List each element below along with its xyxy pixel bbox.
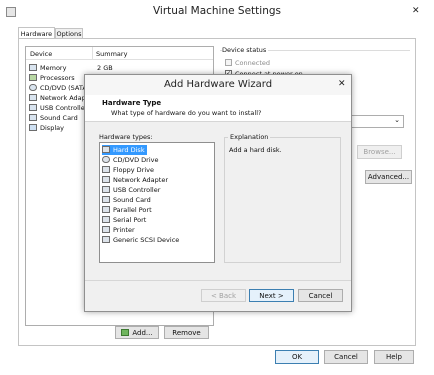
column-divider [92,47,93,60]
connected-label: Connected [235,59,271,67]
wizard-title: Add Hardware Wizard [163,79,273,90]
wizard-title-bar: Add Hardware Wizard ✕ [85,75,351,95]
device-row-processors[interactable]: Processors [29,73,75,82]
help-button[interactable]: Help [374,350,414,364]
hardware-types-label: Hardware types: [99,133,153,141]
device-row-display[interactable]: Display [29,123,64,132]
sound-card-icon [102,196,110,204]
device-name: Memory [40,63,67,72]
device-row-cd-dvd[interactable]: CD/DVD (SATA [29,83,87,92]
wizard-subheading: What type of hardware do you want to ins… [111,109,262,117]
hardware-type-generic-scsi[interactable]: Generic SCSI Device [102,235,179,245]
hardware-type-label: USB Controller [113,185,161,194]
add-icon [121,329,130,336]
device-row-network-adapter[interactable]: Network Adap [29,93,86,102]
hardware-type-label: CD/DVD Drive [113,155,159,164]
hardware-type-label: Network Adapter [113,175,168,184]
wizard-divider [85,280,351,281]
hardware-type-label: Printer [113,225,135,234]
hardware-type-usb-controller[interactable]: USB Controller [102,185,160,195]
device-name: Network Adap [40,93,86,102]
scsi-device-icon [102,236,110,244]
hardware-type-hard-disk[interactable]: Hard Disk [102,145,147,155]
device-list-header: Device Summary [26,47,213,60]
device-name: Processors [40,73,75,82]
explanation-text: Add a hard disk. [229,146,282,154]
hardware-type-printer[interactable]: Printer [102,225,135,235]
wizard-cancel-label: Cancel [308,291,333,300]
floppy-drive-icon [102,166,110,174]
browse-button[interactable]: Browse... [357,145,402,159]
wizard-header: Hardware Type What type of hardware do y… [85,95,351,122]
cancel-label: Cancel [334,353,358,361]
hardware-type-label: Serial Port [113,215,147,224]
sound-card-icon [29,114,37,121]
tab-options-label: Options [56,29,82,38]
hardware-type-parallel-port[interactable]: Parallel Port [102,205,152,215]
hardware-type-label: Hard Disk [113,145,145,154]
hard-disk-icon [102,146,110,154]
hardware-type-sound-card[interactable]: Sound Card [102,195,151,205]
close-icon[interactable]: ✕ [412,6,420,16]
usb-controller-icon [102,186,110,194]
hardware-type-cd-dvd-drive[interactable]: CD/DVD Drive [102,155,158,165]
hardware-type-floppy-drive[interactable]: Floppy Drive [102,165,154,175]
remove-label: Remove [172,328,201,337]
advanced-label: Advanced... [367,173,410,181]
back-label: < Back [210,291,237,300]
device-name: Sound Card [40,113,78,122]
hardware-types-list[interactable]: Hard Disk CD/DVD Drive Floppy Drive Netw… [99,142,215,263]
help-label: Help [386,353,402,361]
device-column-header: Device [30,50,53,58]
add-hardware-button[interactable]: Add... [115,326,159,339]
device-row-sound-card[interactable]: Sound Card [29,113,78,122]
next-button[interactable]: Next > [249,289,294,302]
vm-window-title: Virtual Machine Settings [152,5,281,17]
connected-checkbox[interactable] [225,59,232,66]
hardware-type-label: Floppy Drive [113,165,155,174]
usb-icon [29,104,37,111]
vm-title-bar: Virtual Machine Settings ✕ [0,0,434,26]
device-name: USB Controller [40,103,88,112]
advanced-button[interactable]: Advanced... [365,170,412,184]
add-label: Add... [132,328,153,337]
device-row-usb-controller[interactable]: USB Controller [29,103,87,112]
explanation-group: Explanation Add a hard disk. [224,133,341,263]
device-name: CD/DVD (SATA [40,83,87,92]
wizard-heading: Hardware Type [102,99,162,107]
hardware-type-label: Generic SCSI Device [113,235,180,244]
cd-dvd-icon [29,84,37,91]
chevron-down-icon: ⌄ [394,116,400,124]
memory-summary: 2 GB [97,64,113,72]
device-row-memory[interactable]: Memory [29,63,66,72]
memory-icon [29,64,37,71]
processor-icon [29,74,37,81]
parallel-port-icon [102,206,110,214]
wizard-cancel-button[interactable]: Cancel [298,289,343,302]
hardware-type-label: Sound Card [113,195,151,204]
network-adapter-icon [102,176,110,184]
device-status-title: Device status [222,46,269,54]
hardware-type-network-adapter[interactable]: Network Adapter [102,175,168,185]
summary-column-header: Summary [96,50,128,58]
wizard-close-icon[interactable]: ✕ [338,79,346,89]
device-name: Display [40,123,64,132]
hardware-type-label: Parallel Port [113,205,152,214]
explanation-title: Explanation [228,133,271,141]
ok-label: OK [291,353,303,361]
back-button[interactable]: < Back [201,289,246,302]
remove-button[interactable]: Remove [164,326,209,339]
cancel-button[interactable]: Cancel [324,350,368,364]
next-label: Next > [259,291,284,300]
ok-button[interactable]: OK [275,350,319,364]
printer-icon [102,226,110,234]
serial-port-icon [102,216,110,224]
network-adapter-icon [29,94,37,101]
display-icon [29,124,37,131]
hardware-type-serial-port[interactable]: Serial Port [102,215,146,225]
cd-dvd-drive-icon [102,156,110,164]
browse-label: Browse... [363,148,396,156]
add-hardware-wizard: Add Hardware Wizard ✕ Hardware Type What… [84,74,352,312]
tab-hardware-label: Hardware [20,29,53,38]
